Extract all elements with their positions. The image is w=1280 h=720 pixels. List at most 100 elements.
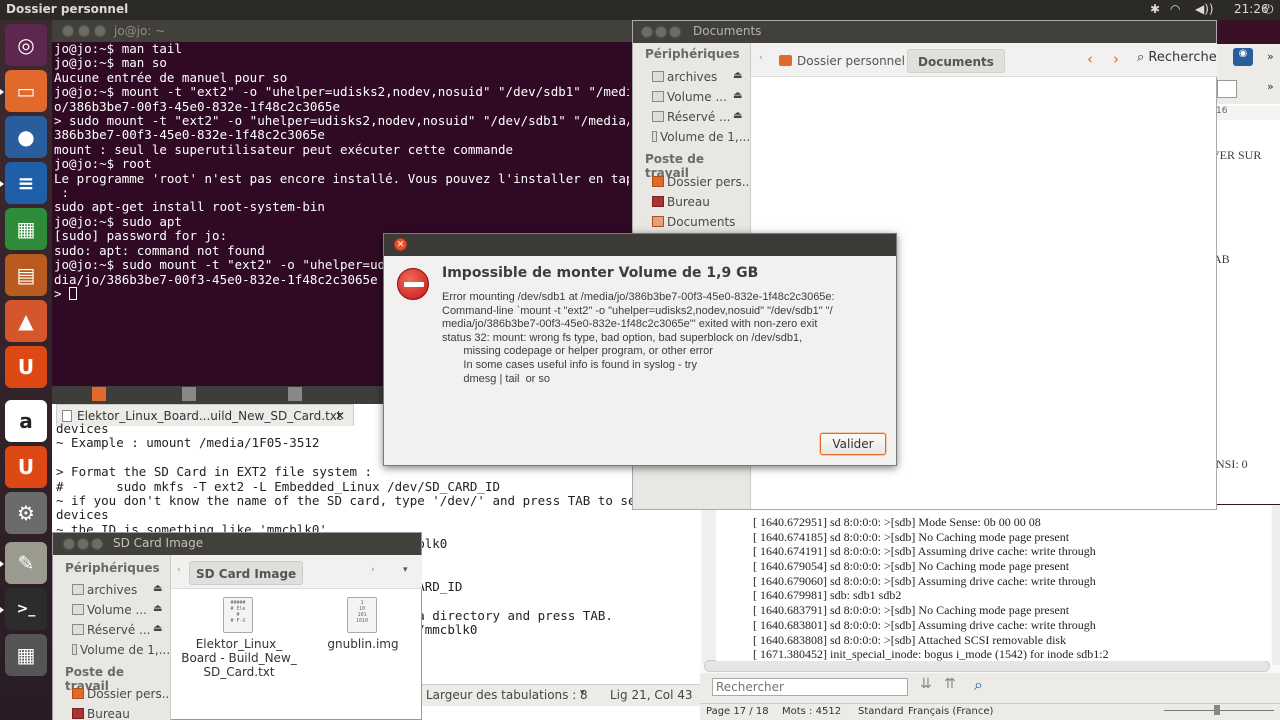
text-line: # sudo mkfs -T ext2 -L Embedded_Linux /d… xyxy=(56,478,501,494)
image-file-icon[interactable]: 1 10 101 1010 xyxy=(347,597,377,633)
align-icon[interactable] xyxy=(1217,80,1237,98)
eject-icon[interactable]: ⏏ xyxy=(733,70,742,81)
active-window-title: Dossier personnel xyxy=(6,2,129,16)
terminal-titlebar[interactable]: jo@jo: ~ xyxy=(52,20,632,42)
close-icon[interactable] xyxy=(62,25,74,37)
minimize-icon[interactable] xyxy=(78,25,90,37)
page-style[interactable]: Standard xyxy=(858,706,904,717)
firefox-icon[interactable]: ● xyxy=(5,116,47,158)
dialog-titlebar[interactable]: ✕ xyxy=(384,234,896,256)
find-next-icon[interactable]: ⇊ xyxy=(920,676,932,692)
file-name-gnublin[interactable]: gnublin.img xyxy=(313,637,413,651)
bluetooth-icon[interactable]: ✱ xyxy=(1150,2,1160,16)
impress-icon[interactable]: ▤ xyxy=(5,254,47,296)
ubuntu-one-music-icon[interactable]: U xyxy=(5,446,47,488)
forward-icon[interactable]: › xyxy=(371,565,375,575)
amazon-icon[interactable]: a xyxy=(5,400,47,442)
more-icon[interactable]: » xyxy=(1267,50,1274,63)
devices-header: Périphériques xyxy=(645,47,740,61)
software-center-icon[interactable]: ▲ xyxy=(5,300,47,342)
minimize-icon[interactable] xyxy=(77,538,89,550)
previous-icon[interactable]: ‹ xyxy=(1087,50,1093,68)
documents-folder-icon xyxy=(652,216,664,227)
tab-width-selector[interactable]: Largeur des tabulations : 8 xyxy=(426,688,588,702)
vertical-scrollbar[interactable] xyxy=(1272,505,1280,665)
drive-icon xyxy=(72,604,84,615)
breadcrumb-documents[interactable]: Documents xyxy=(907,49,1005,73)
sd-card-window[interactable]: SD Card Image Périphériques archives ⏏ V… xyxy=(52,532,422,720)
find-input[interactable] xyxy=(712,678,908,696)
sd-titlebar[interactable]: SD Card Image xyxy=(53,533,421,555)
close-icon[interactable] xyxy=(641,26,653,38)
documents-titlebar[interactable]: Documents xyxy=(633,21,1216,43)
text-file-icon xyxy=(62,410,72,422)
wifi-icon[interactable]: ◠ xyxy=(1170,2,1180,16)
drive-icon xyxy=(652,111,664,122)
sidebar-item-documents[interactable]: Documents xyxy=(652,215,750,229)
minimize-icon[interactable] xyxy=(655,26,667,38)
maximize-icon[interactable] xyxy=(669,26,681,38)
chevron-down-icon[interactable]: ▾ xyxy=(403,565,408,575)
sidebar-item-usb-volume[interactable]: Volume de 1,... xyxy=(72,643,170,657)
find-previous-icon[interactable]: ⇈ xyxy=(944,676,956,692)
volume-icon[interactable]: ◀)) xyxy=(1195,2,1214,16)
writer-document-text[interactable]: [ 1640.672951] sd 8:0:0:0: >[sdb] Mode S… xyxy=(716,505,1270,661)
terminal-line: jo@jo:~$ man tail xyxy=(54,42,182,56)
ubuntu-one-icon[interactable]: U xyxy=(5,346,47,388)
ubuntu-dash-icon[interactable]: ◎ xyxy=(5,24,47,66)
text-editor-icon[interactable]: ✎ xyxy=(5,542,47,584)
dropdown-icon[interactable]: ▾ xyxy=(580,688,585,698)
text-file-icon[interactable]: ##### # Ele # # F-X xyxy=(223,597,253,633)
file-name-elektor[interactable]: Elektor_Linux_ Board - Build_New_ SD_Card.… xyxy=(177,637,301,679)
open-icon[interactable] xyxy=(92,387,106,401)
workspaces-icon[interactable]: ▦ xyxy=(5,634,47,676)
more-icon-2[interactable]: » xyxy=(1267,80,1274,93)
cursor-position: Lig 21, Col 43 xyxy=(610,688,693,702)
save-icon[interactable] xyxy=(182,387,196,401)
close-icon[interactable]: ✕ xyxy=(394,238,407,251)
sidebar-item-desktop[interactable]: Bureau xyxy=(72,707,170,720)
system-settings-icon[interactable]: ⚙ xyxy=(5,492,47,534)
terminal-line: jo@jo:~$ root xyxy=(54,156,152,172)
horizontal-scrollbar[interactable] xyxy=(704,660,1270,672)
maximize-icon[interactable] xyxy=(91,538,103,550)
language[interactable]: Français (France) xyxy=(908,706,993,717)
search-button[interactable]: ⌕ Recherche xyxy=(1137,50,1217,65)
sd-sidebar: Périphériques archives ⏏ Volume ... ⏏ Ré… xyxy=(53,555,171,720)
drive-icon xyxy=(652,71,664,82)
sd-toolbar: ‹ SD Card Image › ▾ xyxy=(171,555,422,589)
breadcrumb-home[interactable]: Dossier personnel xyxy=(773,49,911,73)
back-icon[interactable]: ‹ xyxy=(177,565,181,575)
files-icon[interactable]: ▭ xyxy=(5,70,47,112)
sidebar-item-desktop[interactable]: Bureau xyxy=(652,195,750,209)
doc-line: [ 1640.683791] sd 8:0:0:0: >[sdb] No Cac… xyxy=(753,603,1070,618)
sidebar-item-home[interactable]: Dossier pers... xyxy=(652,175,750,189)
back-icon[interactable]: ‹ xyxy=(759,53,763,63)
undo-icon[interactable] xyxy=(288,387,302,401)
calc-icon[interactable]: ▦ xyxy=(5,208,47,250)
find-replace-icon[interactable]: ⌕ xyxy=(974,675,983,695)
writer-statusbar: Page 17 / 18 Mots : 4512 Standard França… xyxy=(700,703,1280,720)
maximize-icon[interactable] xyxy=(94,25,106,37)
sidebar-item-home[interactable]: Dossier pers... xyxy=(72,687,170,701)
breadcrumb-sd-card-image[interactable]: SD Card Image xyxy=(189,561,304,585)
usb-drive-icon xyxy=(72,644,77,655)
sidebar-item-usb-volume[interactable]: Volume de 1,... xyxy=(652,130,750,144)
writer-icon[interactable]: ≡ xyxy=(5,162,47,204)
power-icon[interactable]: ⏻ xyxy=(1264,2,1274,17)
navigator-icon[interactable]: ◉ xyxy=(1233,48,1253,66)
terminal-icon[interactable]: >_ xyxy=(5,588,47,630)
terminal-line: 386b3be7-00f3-45e0-832e-1f48c2c3065e xyxy=(54,127,325,143)
eject-icon[interactable]: ⏏ xyxy=(733,90,742,101)
word-count: Mots : 4512 xyxy=(782,706,842,717)
zoom-slider[interactable] xyxy=(1164,705,1274,717)
eject-icon[interactable]: ⏏ xyxy=(733,110,742,121)
close-icon[interactable] xyxy=(63,538,75,550)
next-icon[interactable]: › xyxy=(1113,50,1119,68)
eject-icon[interactable]: ⏏ xyxy=(153,623,162,634)
eject-icon[interactable]: ⏏ xyxy=(153,603,162,614)
mount-error-dialog[interactable]: ✕ Impossible de monter Volume de 1,9 GB … xyxy=(383,233,897,466)
terminal-line: mount : seul le superutilisateur peut ex… xyxy=(54,141,514,157)
ok-button[interactable]: Valider xyxy=(820,433,886,455)
eject-icon[interactable]: ⏏ xyxy=(153,583,162,594)
